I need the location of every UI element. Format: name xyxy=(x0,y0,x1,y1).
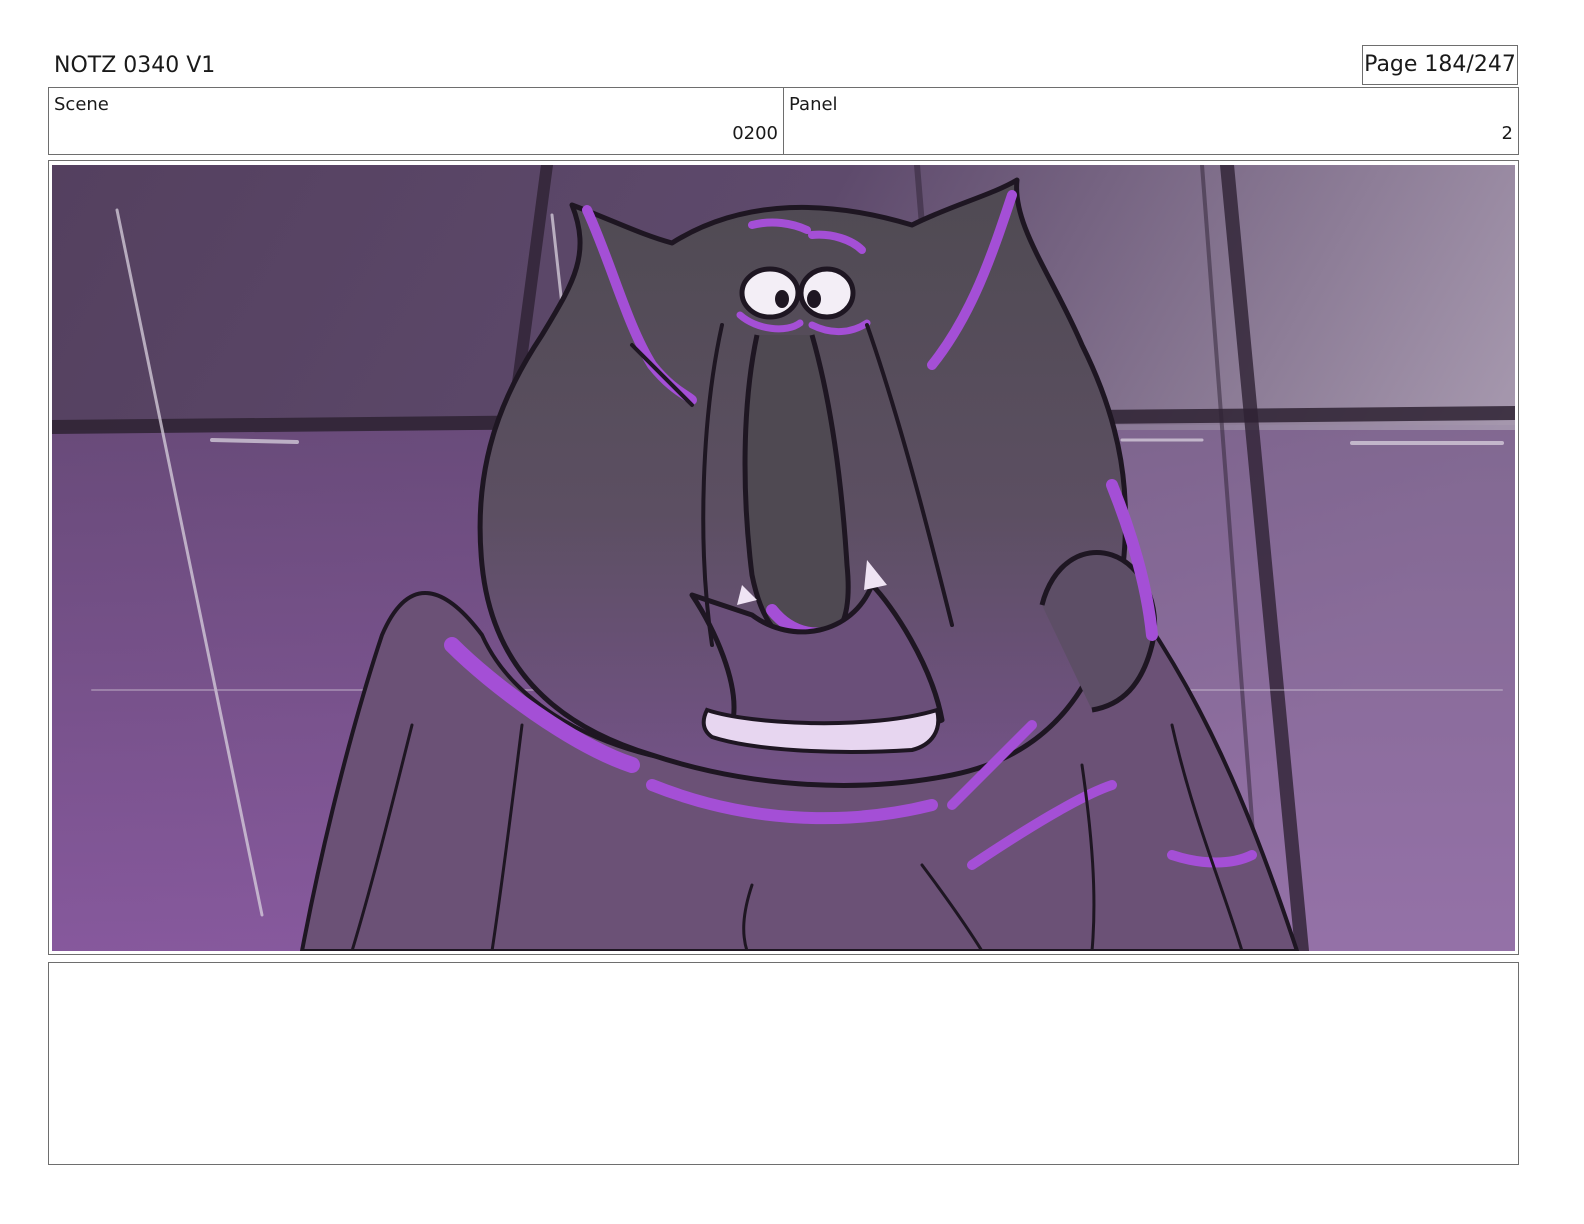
notes-box xyxy=(48,962,1519,1165)
page-number: Page 184/247 xyxy=(1362,45,1518,85)
panel-label: Panel xyxy=(789,94,838,115)
storyboard-frame xyxy=(48,160,1519,955)
scene-cell: Scene 0200 xyxy=(49,88,784,154)
panel-cell: Panel 2 xyxy=(784,88,1518,154)
storyboard-drawing xyxy=(52,165,1515,951)
scene-label: Scene xyxy=(54,94,109,115)
info-row: Scene 0200 Panel 2 xyxy=(48,87,1519,155)
document-title: NOTZ 0340 V1 xyxy=(54,53,216,78)
scene-value: 0200 xyxy=(732,123,778,144)
panel-value: 2 xyxy=(1501,123,1513,144)
